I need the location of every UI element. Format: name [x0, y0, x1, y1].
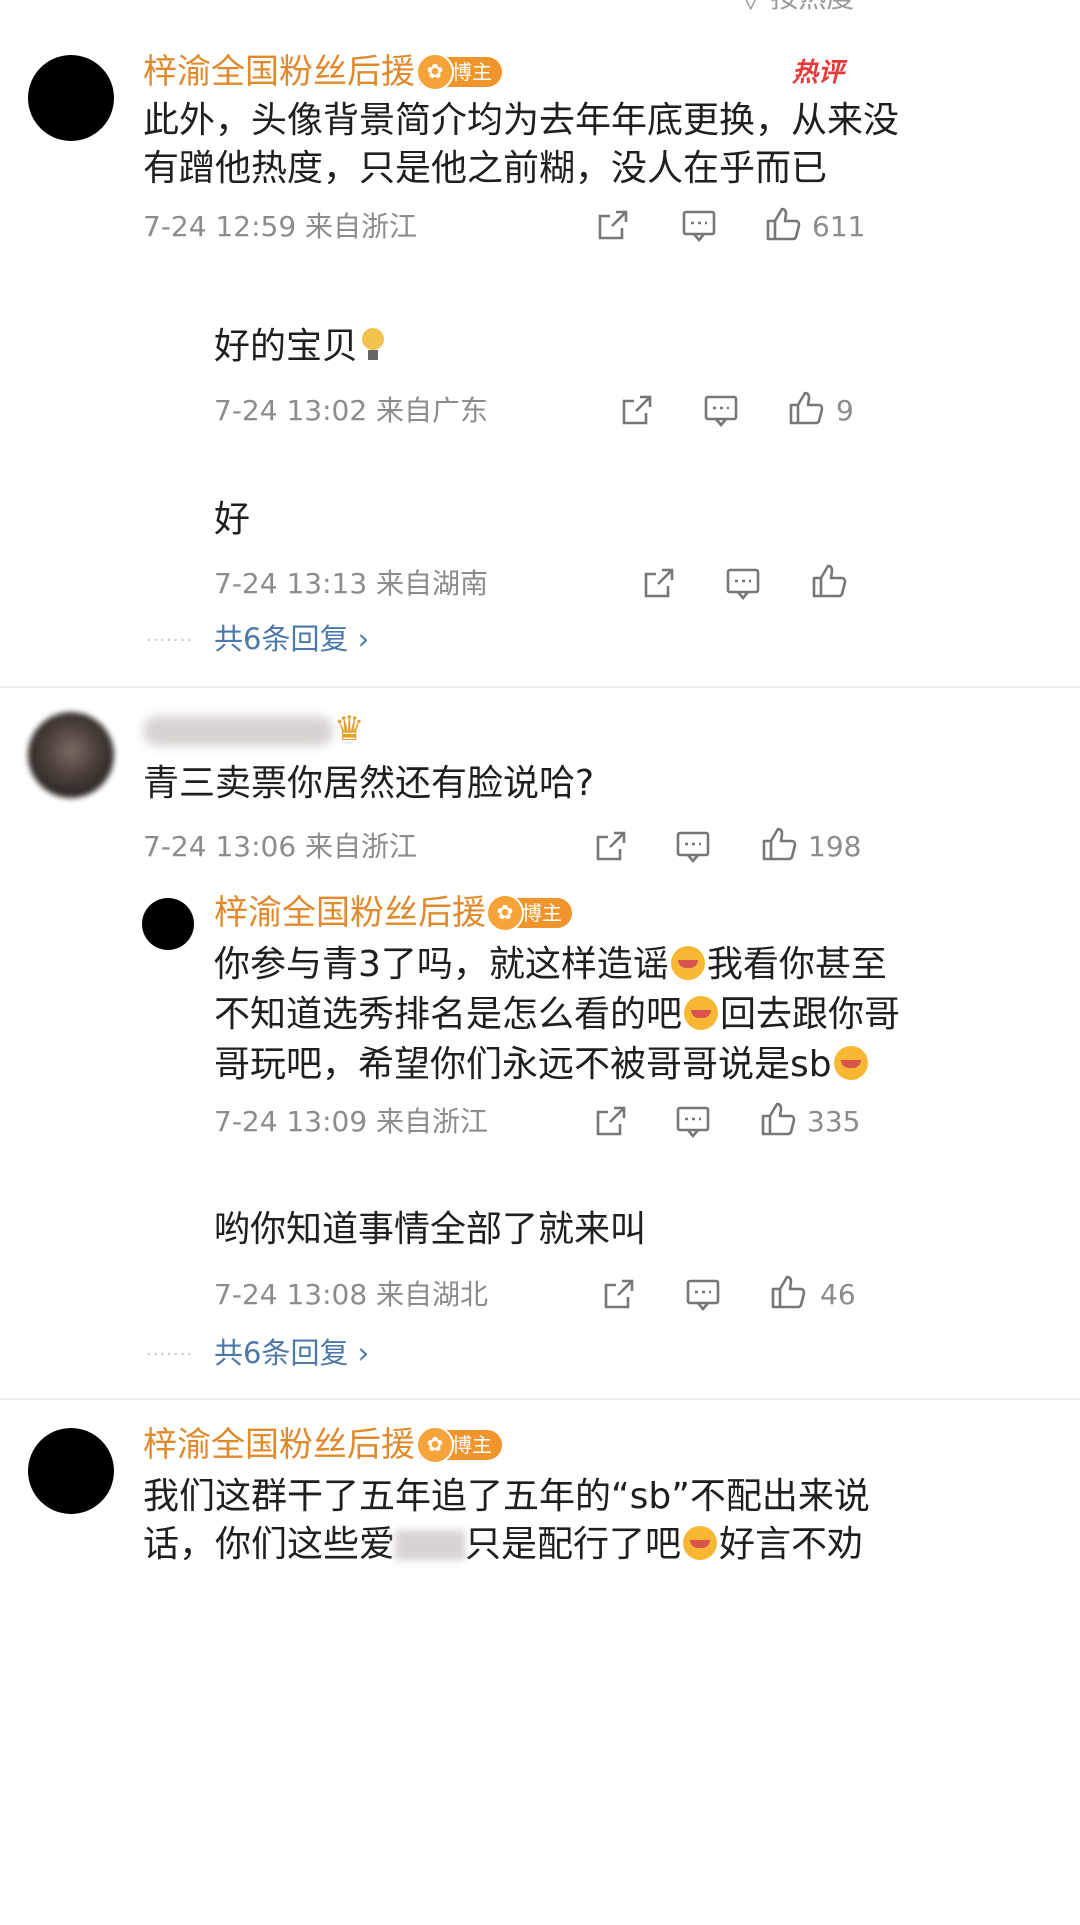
- thumbs-up-icon[interactable]: [770, 1274, 806, 1310]
- author-name[interactable]: 梓渝全国粉丝后援会: [214, 896, 520, 930]
- more-replies-link[interactable]: 共6条回复 ›: [214, 625, 369, 654]
- sort-toggle[interactable]: ▽ 按热度: [740, 0, 854, 12]
- avatar[interactable]: [142, 898, 194, 950]
- angry-emoji-icon: [833, 1046, 868, 1080]
- thumbs-up-icon[interactable]: [765, 206, 801, 242]
- reply-meta: 7-24 13:09 来自浙江: [214, 1105, 489, 1138]
- reply-text: 哟你知道事情全部了就来叫: [214, 1209, 647, 1250]
- share-icon[interactable]: [620, 393, 654, 427]
- like-count: 9: [836, 394, 854, 427]
- comment-icon[interactable]: [726, 568, 760, 600]
- angry-emoji-icon: [683, 1526, 718, 1560]
- badge-icon: ✿: [416, 1426, 454, 1464]
- angry-emoji-icon: [684, 996, 719, 1030]
- badge-icon: ✿: [416, 53, 454, 91]
- comment-icon[interactable]: [676, 1106, 710, 1138]
- share-icon[interactable]: [594, 829, 628, 863]
- author-name-blurred[interactable]: [143, 716, 333, 746]
- comment-icon[interactable]: [682, 210, 716, 242]
- lightbulb-emoji-icon: [360, 328, 386, 362]
- hot-comment-tag: 热评: [792, 58, 845, 88]
- reply-text-line: 哥玩吧，希望你们永远不被哥哥说是sb: [214, 1036, 870, 1094]
- obscured-text: [395, 1530, 466, 1560]
- avatar[interactable]: [28, 55, 114, 141]
- reply-meta: 7-24 13:02 来自广东: [214, 394, 489, 427]
- like-count: 611: [812, 210, 866, 243]
- comment-icon[interactable]: [704, 395, 738, 427]
- angry-emoji-icon: [670, 946, 705, 980]
- author-name[interactable]: 梓渝全国粉丝后援会: [143, 1428, 449, 1462]
- thumbs-up-icon[interactable]: [760, 1101, 796, 1137]
- blogger-badge: ✿ 博主: [416, 1426, 502, 1464]
- comment-icon[interactable]: [676, 831, 710, 863]
- author-name[interactable]: 梓渝全国粉丝后援会: [143, 55, 449, 89]
- like-count: 46: [820, 1278, 856, 1311]
- more-replies-link[interactable]: 共6条回复 ›: [214, 1339, 369, 1368]
- comment-text-line: 青三卖票你居然还有脸说哈?: [143, 763, 595, 804]
- reply-meta: 7-24 13:13 来自湖南: [214, 567, 489, 600]
- share-icon[interactable]: [602, 1277, 636, 1311]
- thumbs-up-icon[interactable]: [788, 390, 824, 426]
- share-icon[interactable]: [594, 1104, 628, 1138]
- comment-icon[interactable]: [686, 1279, 720, 1311]
- blogger-badge: ✿ 博主: [486, 894, 572, 932]
- thumbs-up-icon[interactable]: [811, 563, 847, 599]
- share-icon[interactable]: [596, 208, 630, 242]
- blogger-badge: ✿ 博主: [416, 53, 502, 91]
- reply-meta: 7-24 13:08 来自湖北: [214, 1278, 489, 1311]
- comment-text-line: 话，你们这些爱 只是配行了吧 好言不劝: [143, 1524, 864, 1565]
- comment-meta: 7-24 12:59 来自浙江: [143, 210, 418, 243]
- like-count: 335: [807, 1105, 861, 1138]
- reply-text: 好的宝贝: [214, 318, 386, 376]
- divider: [0, 1398, 1080, 1400]
- divider: [0, 686, 1080, 688]
- comment-meta: 7-24 13:06 来自浙江: [143, 830, 418, 863]
- avatar[interactable]: [28, 712, 114, 798]
- reply-thread-dots: ·······: [146, 1344, 194, 1365]
- reply-text: 好: [214, 499, 251, 540]
- share-icon[interactable]: [642, 566, 676, 600]
- crown-icon: ♛: [334, 709, 365, 749]
- badge-icon: ✿: [486, 894, 524, 932]
- avatar[interactable]: [28, 1428, 114, 1514]
- thumbs-up-icon[interactable]: [761, 826, 797, 862]
- like-count: 198: [808, 830, 862, 863]
- reply-thread-dots: ·······: [146, 630, 194, 651]
- comment-text-line: 有蹭他热度，只是他之前糊，没人在乎而已: [143, 148, 828, 189]
